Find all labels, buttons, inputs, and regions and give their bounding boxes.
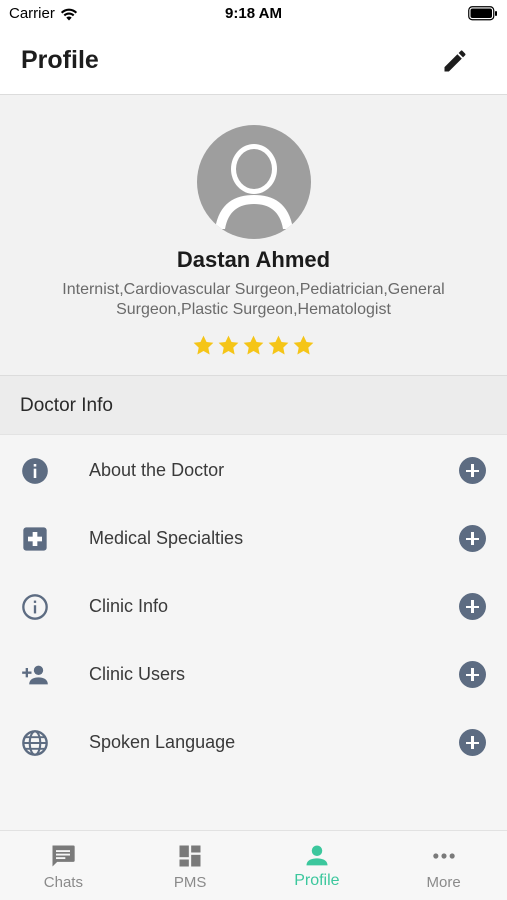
avatar-placeholder-icon <box>215 144 293 229</box>
info-outline-icon <box>22 594 48 620</box>
doctor-name: Dastan Ahmed <box>176 247 331 272</box>
add-circle-icon[interactable] <box>459 525 486 552</box>
tab-label: Chats <box>43 874 83 891</box>
row-label: Clinic Info <box>89 596 169 616</box>
star-icon <box>293 335 314 355</box>
pencil-icon <box>444 50 466 72</box>
section-title: Doctor Info <box>20 395 113 416</box>
doctor-specialties: Internist,Cardiovascular Surgeon,Pediatr… <box>62 281 445 318</box>
page-title: Profile <box>21 46 99 74</box>
tab-label: PMS <box>173 874 207 891</box>
bottom-tab-bar: Chats PMS Profile More <box>0 830 507 900</box>
row-label: Clinic Users <box>89 664 186 684</box>
star-icon <box>193 335 214 355</box>
list-item-clinic-users[interactable]: Clinic Users <box>0 640 507 708</box>
profile-header: Dastan Ahmed Internist,Cardiovascular Su… <box>0 95 507 375</box>
tab-profile[interactable]: Profile <box>254 831 381 900</box>
avatar[interactable] <box>197 125 311 239</box>
tab-chats[interactable]: Chats <box>0 831 127 900</box>
status-time: 9:18 AM <box>225 5 282 22</box>
list-item-about-doctor[interactable]: About the Doctor <box>0 436 507 504</box>
star-icon <box>268 335 289 355</box>
list-item-clinic-info[interactable]: Clinic Info <box>0 572 507 640</box>
app-bar: Profile <box>0 30 507 95</box>
status-bar: Carrier 9:18 AM <box>0 0 507 30</box>
tab-more[interactable]: More <box>380 831 507 900</box>
row-label: Spoken Language <box>89 732 236 752</box>
edit-profile-button[interactable] <box>441 47 469 75</box>
tab-label: Profile <box>294 872 340 889</box>
tab-pms[interactable]: PMS <box>127 831 254 900</box>
row-label: About the Doctor <box>89 460 225 480</box>
star-rating <box>0 333 507 358</box>
tab-label: More <box>426 874 461 891</box>
globe-icon <box>22 730 48 756</box>
star-icon <box>243 335 264 355</box>
add-circle-icon[interactable] <box>459 729 486 756</box>
info-filled-icon <box>22 458 48 484</box>
list-item-spoken-language[interactable]: Spoken Language <box>0 708 507 776</box>
row-label: Medical Specialties <box>89 528 244 548</box>
more-icon <box>432 853 455 859</box>
add-circle-icon[interactable] <box>459 593 486 620</box>
doctor-info-header: Doctor Info <box>0 375 507 435</box>
list-item-medical-specialties[interactable]: Medical Specialties <box>0 504 507 572</box>
add-circle-icon[interactable] <box>459 457 486 484</box>
person-add-icon <box>22 665 48 685</box>
add-circle-icon[interactable] <box>459 661 486 688</box>
chat-icon <box>52 845 76 867</box>
battery-icon <box>468 6 497 21</box>
person-icon <box>306 845 328 866</box>
dashboard-icon <box>179 845 201 867</box>
star-icon <box>218 335 239 355</box>
medical-plus-icon <box>23 527 47 551</box>
